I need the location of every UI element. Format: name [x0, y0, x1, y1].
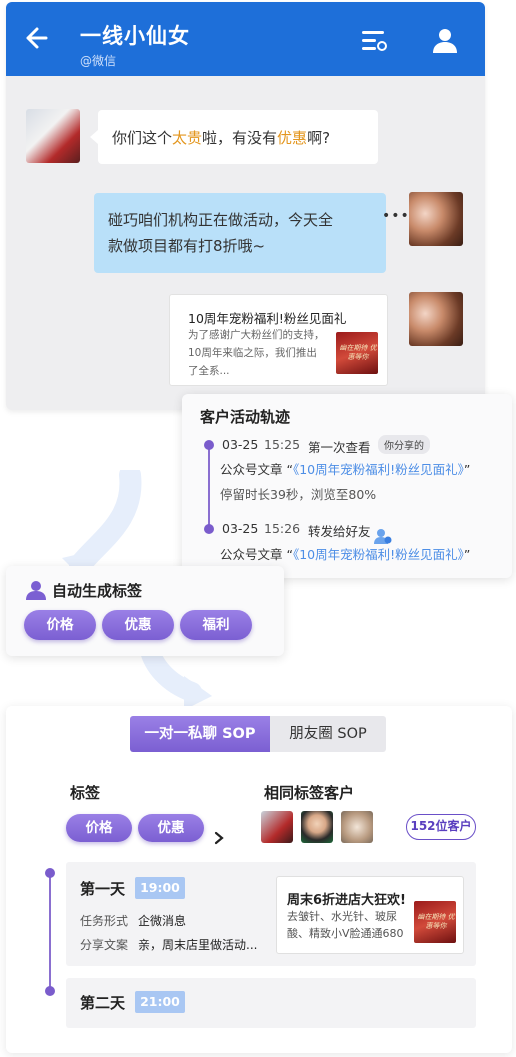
event-stay-duration: 停留时长39秒，浏览至80%: [220, 487, 377, 502]
share-copy-row: 分享文案 亲，周末店里做活动...: [80, 938, 258, 952]
chevron-right-icon: [214, 831, 224, 845]
sop-card: 一对一私聊 SOP 朋友圈 SOP 标签 相同标签客户 价格 优惠 152位客户…: [6, 706, 512, 1053]
agent-avatar: [409, 192, 463, 246]
event-time: 15:25: [264, 437, 301, 452]
tag-pill[interactable]: 优惠: [138, 814, 204, 842]
agent-message: 碰巧咱们机构正在做活动，今天全 款做项目都有打8折哦~: [94, 193, 386, 273]
activity-trajectory-card: 客户活动轨迹 03-25 15:25 第一次查看 你分享的 公众号文章 “《10…: [182, 394, 512, 578]
day-label: 第二天: [80, 994, 126, 1012]
event-date: 03-25: [222, 437, 259, 452]
timeline-line: [208, 442, 210, 532]
task-form-row: 任务形式 企微消息: [80, 914, 187, 928]
event-time: 15:26: [264, 521, 301, 536]
agent-avatar: [409, 292, 463, 346]
event-date: 03-25: [222, 521, 259, 536]
tab-moments-sop[interactable]: 朋友圈 SOP: [270, 716, 386, 752]
customer-avatar: [301, 811, 333, 843]
tab-private-chat-sop[interactable]: 一对一私聊 SOP: [130, 716, 270, 752]
day-label: 第一天: [80, 880, 126, 898]
sop-day-two[interactable]: 第二天 21:00: [66, 978, 476, 1028]
timeline-line: [49, 872, 51, 992]
timeline-dot: [204, 524, 214, 534]
forward-friend-icon: [374, 529, 392, 544]
customer-avatar: [341, 811, 373, 843]
shared-article-card[interactable]: 10周年宠粉福利!粉丝见面礼 为了感谢广大粉丝们的支持， 10周年来临之际，我们…: [169, 294, 388, 386]
tag-pill[interactable]: 优惠: [102, 610, 174, 640]
article-title: 10周年宠粉福利!粉丝见面礼: [188, 311, 347, 326]
timeline-dot: [45, 986, 55, 996]
send-time-badge: 21:00: [135, 991, 185, 1013]
customer-avatar: [261, 811, 293, 843]
auto-tag-title: 自动生成标签: [52, 582, 143, 600]
tag-pill[interactable]: 价格: [24, 610, 96, 640]
user-icon[interactable]: [431, 26, 459, 54]
sop-day-one[interactable]: 第一天 19:00 任务形式 企微消息 分享文案 亲，周末店里做活动... 周末6折…: [66, 862, 476, 966]
chat-contact-source: @微信: [80, 54, 117, 68]
chat-contact-name: 一线小仙女: [80, 24, 190, 48]
chat-header: 一线小仙女 @微信: [6, 2, 485, 76]
back-arrow-icon[interactable]: [20, 24, 48, 52]
auto-tag-card: 自动生成标签 价格 优惠 福利: [6, 566, 284, 656]
chat-window: 一线小仙女 @微信 你们这个太贵啦，有没有优惠啊? 碰巧咱们机构正在做活动，今天…: [6, 2, 485, 410]
promo-description: 去皱针、水光针、玻尿 酸、精致小V脸通通680: [287, 910, 404, 940]
filter-icon[interactable]: [360, 28, 388, 54]
person-icon: [26, 581, 46, 600]
customer-message: 你们这个太贵啦，有没有优惠啊?: [90, 110, 378, 164]
timeline-dot: [45, 868, 55, 878]
article-thumbnail: 幽在期待 优惠等你: [336, 332, 378, 374]
customer-avatar: [26, 109, 80, 163]
event-action: 转发给好友: [308, 524, 371, 539]
flow-arrow-icon: [62, 470, 142, 578]
tag-pill[interactable]: 福利: [180, 610, 252, 640]
send-time-badge: 19:00: [135, 877, 185, 899]
tag-pill[interactable]: 价格: [66, 814, 132, 842]
article-description: 为了感谢广大粉丝们的支持， 10周年来临之际，我们推出 了全系...: [188, 329, 325, 377]
same-tag-customers-label: 相同标签客户: [264, 784, 355, 802]
promo-thumbnail: 幽在期待 优惠等你: [414, 901, 456, 943]
promo-article-card[interactable]: 周末6折进店大狂欢! 去皱针、水光针、玻尿 酸、精致小V脸通通680 幽在期待 …: [276, 876, 464, 954]
shared-by-you-badge: 你分享的: [378, 435, 430, 454]
event-article[interactable]: 公众号文章 “《10周年宠粉福利!粉丝见面礼》”: [220, 544, 470, 563]
tag-column-label: 标签: [70, 784, 101, 802]
trajectory-title: 客户活动轨迹: [200, 408, 291, 426]
event-article[interactable]: 公众号文章 “《10周年宠粉福利!粉丝见面礼》”: [220, 459, 470, 478]
customer-count-badge[interactable]: 152位客户: [406, 814, 476, 840]
more-options-icon[interactable]: •••: [382, 208, 410, 224]
promo-title: 周末6折进店大狂欢!: [287, 893, 406, 908]
event-action: 第一次查看: [308, 440, 371, 455]
timeline-dot: [204, 440, 214, 450]
